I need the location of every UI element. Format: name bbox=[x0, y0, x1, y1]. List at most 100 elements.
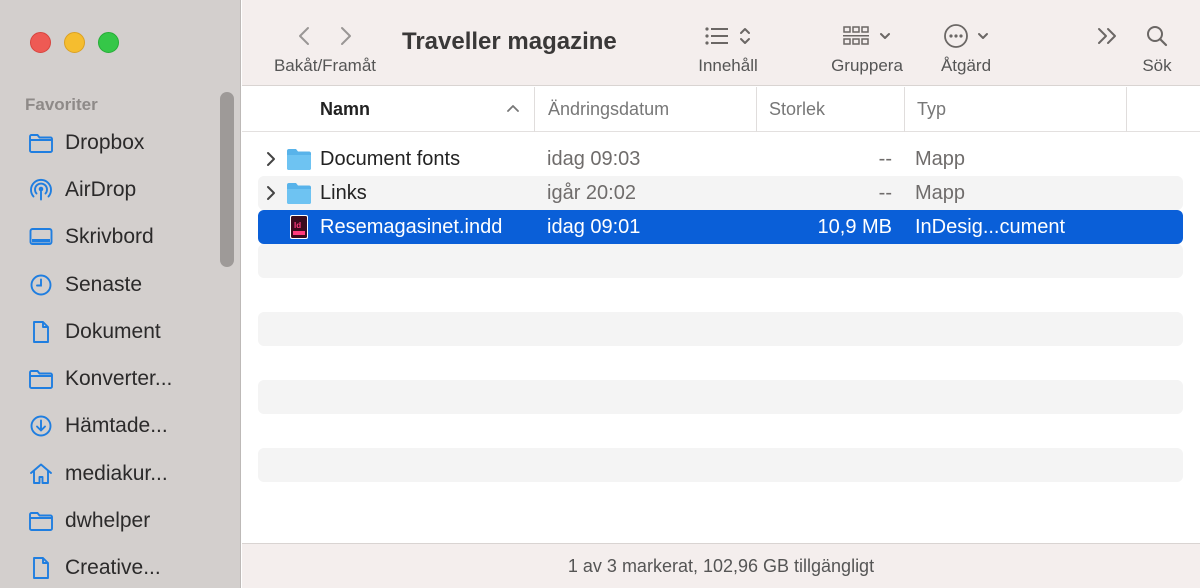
sidebar-item-creative[interactable]: Creative... bbox=[0, 545, 222, 588]
nav-group: Bakåt/Framåt bbox=[266, 16, 384, 76]
empty-row bbox=[258, 312, 1183, 346]
file-date: igår 20:02 bbox=[547, 182, 636, 204]
nav-label: Bakåt/Framåt bbox=[273, 56, 377, 75]
column-size[interactable]: Storlek bbox=[756, 87, 904, 132]
sidebar-item-home[interactable]: mediakur... bbox=[0, 450, 222, 497]
column-header: Namn Ändringsdatum Storlek Typ bbox=[242, 87, 1200, 132]
sidebar-list: Dropbox AirDrop Skrivbord Senaste Dokume… bbox=[0, 119, 222, 588]
empty-row bbox=[258, 380, 1183, 414]
chevron-down-icon bbox=[978, 33, 988, 39]
sidebar-item-documents[interactable]: Dokument bbox=[0, 308, 222, 355]
file-size: -- bbox=[878, 148, 892, 170]
sidebar-item-recents[interactable]: Senaste bbox=[0, 261, 222, 308]
sidebar-item-desktop[interactable]: Skrivbord bbox=[0, 214, 222, 261]
disclosure-triangle-icon[interactable] bbox=[264, 184, 278, 202]
column-name[interactable]: Namn bbox=[242, 87, 534, 132]
sidebar-item-dwhelper[interactable]: dwhelper bbox=[0, 497, 222, 544]
search-icon bbox=[1147, 26, 1168, 47]
document-icon bbox=[28, 555, 54, 581]
file-type: Mapp bbox=[915, 182, 966, 204]
group-group[interactable]: Gruppera bbox=[825, 16, 909, 76]
sidebar-item-downloads[interactable]: Hämtade... bbox=[0, 403, 222, 450]
file-row[interactable]: Document fonts idag 09:03 -- Mapp bbox=[258, 142, 1183, 176]
sidebar-item-label: mediakur... bbox=[65, 461, 168, 485]
column-empty bbox=[1126, 87, 1200, 132]
action-label: Åtgärd bbox=[940, 56, 992, 75]
sort-ascending-icon bbox=[507, 105, 519, 112]
empty-row-stripes bbox=[258, 244, 1183, 516]
double-chevron-right-icon bbox=[1098, 28, 1116, 44]
maximize-window-button[interactable] bbox=[98, 32, 119, 53]
window-title: Traveller magazine bbox=[402, 28, 617, 55]
file-name: Document fonts bbox=[320, 148, 461, 170]
file-size: -- bbox=[878, 182, 892, 204]
chevron-left-icon bbox=[299, 27, 309, 45]
folder-icon bbox=[287, 183, 311, 204]
file-date: idag 09:03 bbox=[547, 148, 641, 170]
view-label: Innehåll bbox=[698, 56, 758, 75]
sidebar-item-konverter[interactable]: Konverter... bbox=[0, 355, 222, 402]
file-name: Resemagasinet.indd bbox=[320, 216, 503, 238]
download-icon bbox=[28, 413, 54, 439]
file-size: 10,9 MB bbox=[817, 216, 892, 238]
svg-text:Id: Id bbox=[294, 221, 301, 230]
empty-row bbox=[258, 448, 1183, 482]
clock-icon bbox=[28, 272, 54, 298]
file-type: Mapp bbox=[915, 148, 966, 170]
airdrop-icon bbox=[28, 177, 54, 203]
folder-icon bbox=[287, 149, 311, 170]
status-bar: 1 av 3 markerat, 102,96 GB tillgängligt bbox=[242, 543, 1200, 588]
overflow-button[interactable] bbox=[1094, 16, 1122, 56]
empty-row bbox=[258, 244, 1183, 278]
column-date[interactable]: Ändringsdatum bbox=[534, 87, 756, 132]
sidebar-item-label: AirDrop bbox=[65, 177, 137, 201]
home-icon bbox=[28, 461, 54, 487]
group-icon bbox=[843, 26, 869, 45]
file-type: InDesig...cument bbox=[915, 216, 1066, 238]
file-row-selected[interactable]: Id Resemagasinet.indd idag 09:01 10,9 MB… bbox=[258, 210, 1183, 244]
folder-icon bbox=[28, 508, 54, 534]
toolbar: Bakåt/Framåt Traveller magazine Innehåll… bbox=[242, 0, 1200, 86]
file-row[interactable]: Links igår 20:02 -- Mapp bbox=[258, 176, 1183, 210]
sidebar-item-label: Konverter... bbox=[65, 367, 173, 391]
sidebar-item-label: Hämtade... bbox=[65, 414, 168, 438]
sidebar-section-favorites: Favoriter bbox=[25, 95, 98, 114]
window-controls bbox=[30, 32, 119, 53]
indesign-file-icon: Id bbox=[290, 215, 308, 239]
column-date-label: Ändringsdatum bbox=[548, 99, 670, 119]
sidebar: Favoriter Dropbox AirDrop Skrivbord Sena… bbox=[0, 0, 241, 588]
folder-icon bbox=[28, 130, 54, 156]
search-button[interactable]: Sök bbox=[1136, 16, 1178, 76]
column-type[interactable]: Typ bbox=[904, 87, 1126, 132]
sidebar-item-label: Skrivbord bbox=[65, 225, 154, 249]
sidebar-item-label: Creative... bbox=[65, 556, 161, 580]
disclosure-triangle-icon[interactable] bbox=[264, 150, 278, 168]
sidebar-scrollbar[interactable] bbox=[220, 92, 234, 267]
status-text: 1 av 3 markerat, 102,96 GB tillgängligt bbox=[567, 555, 875, 576]
file-name: Links bbox=[320, 182, 367, 204]
group-label: Gruppera bbox=[831, 56, 903, 75]
document-icon bbox=[28, 319, 54, 345]
minimize-window-button[interactable] bbox=[64, 32, 85, 53]
column-size-label: Storlek bbox=[769, 99, 826, 119]
sidebar-item-dropbox[interactable]: Dropbox bbox=[0, 119, 222, 166]
column-type-label: Typ bbox=[917, 99, 947, 119]
column-name-label: Namn bbox=[320, 99, 371, 119]
forward-button[interactable] bbox=[340, 26, 352, 46]
list-view-icon bbox=[705, 27, 728, 45]
chevron-updown-icon bbox=[740, 28, 750, 44]
back-button[interactable] bbox=[298, 26, 310, 46]
sidebar-item-label: dwhelper bbox=[65, 509, 151, 533]
sidebar-item-label: Senaste bbox=[65, 272, 143, 296]
view-group[interactable]: Innehåll bbox=[690, 16, 766, 76]
file-date: idag 09:01 bbox=[547, 216, 641, 238]
close-window-button[interactable] bbox=[30, 32, 51, 53]
sidebar-item-label: Dropbox bbox=[65, 130, 145, 154]
sidebar-item-airdrop[interactable]: AirDrop bbox=[0, 166, 222, 213]
file-list: Document fonts idag 09:03 -- Mapp Links … bbox=[258, 142, 1183, 244]
chevron-right-icon bbox=[341, 27, 351, 45]
sidebar-item-label: Dokument bbox=[65, 319, 161, 343]
action-group[interactable]: Åtgärd bbox=[932, 16, 1000, 76]
search-label: Sök bbox=[1142, 56, 1172, 75]
more-actions-icon bbox=[944, 24, 968, 48]
